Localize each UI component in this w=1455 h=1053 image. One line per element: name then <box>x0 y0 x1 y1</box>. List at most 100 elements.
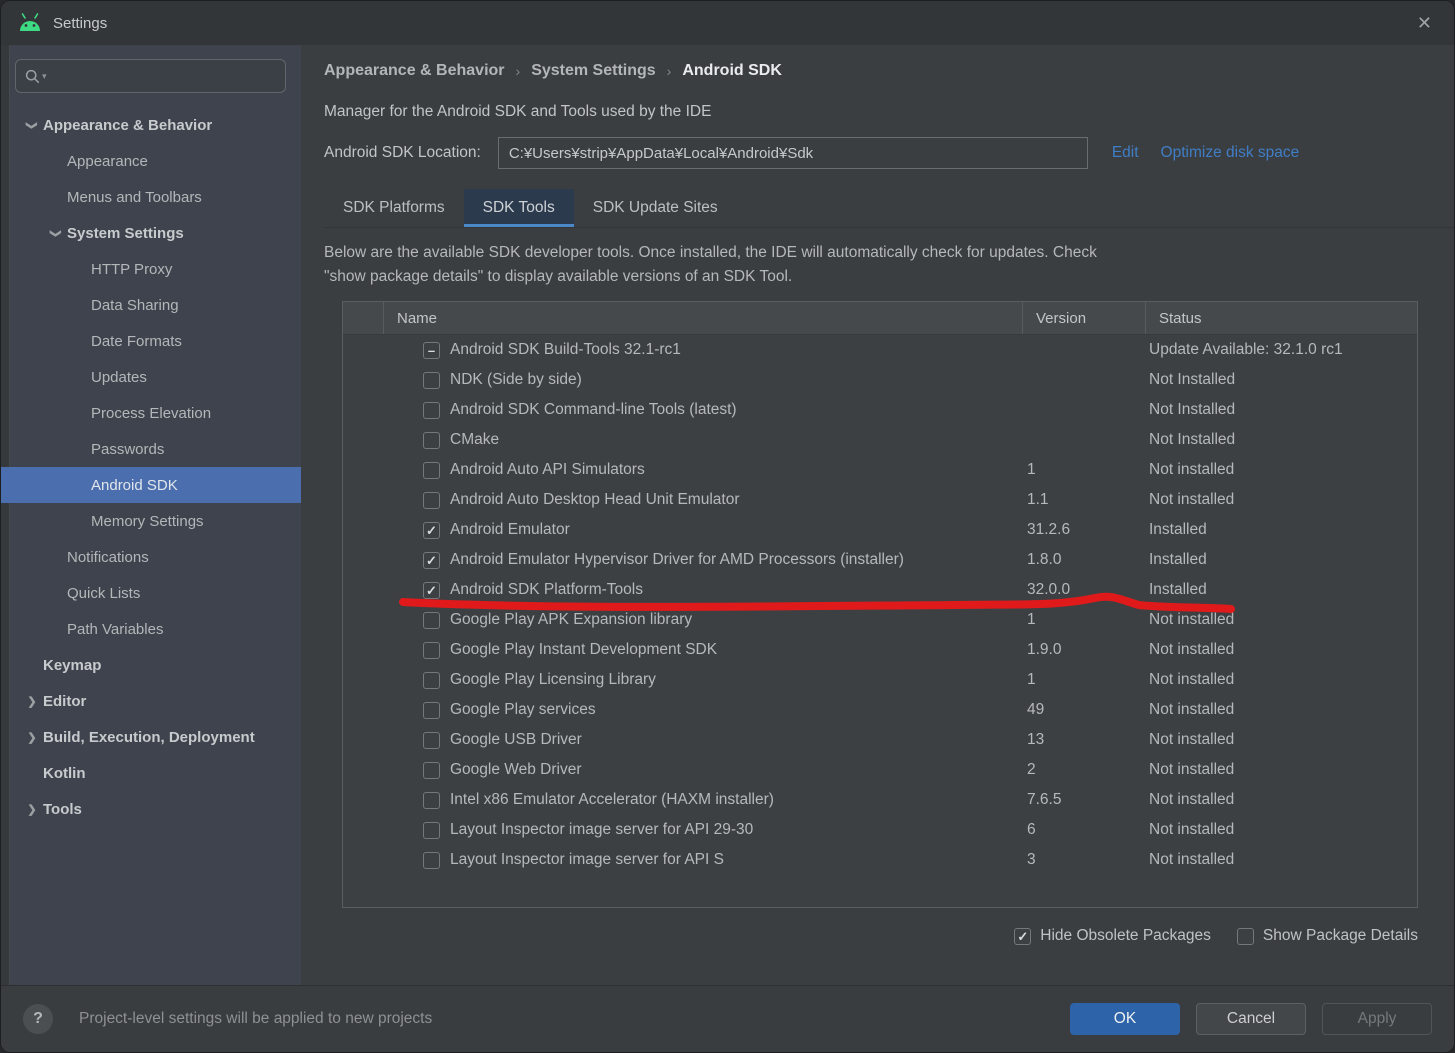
package-checkbox-unchecked[interactable] <box>423 852 440 869</box>
table-row-layout-inspector-image-server-for-api-29-30[interactable]: Layout Inspector image server for API 29… <box>343 815 1417 845</box>
package-status: Not Installed <box>1145 371 1417 389</box>
sidebar-item-keymap[interactable]: Keymap <box>1 647 301 683</box>
table-row-google-web-driver[interactable]: Google Web Driver2Not installed <box>343 755 1417 785</box>
sidebar-item-kotlin[interactable]: Kotlin <box>1 755 301 791</box>
breadcrumb-item-android-sdk[interactable]: Android SDK <box>682 62 782 80</box>
package-status: Not installed <box>1145 461 1417 479</box>
package-checkbox-unchecked[interactable] <box>423 492 440 509</box>
table-row-android-sdk-command-line-tools-latest[interactable]: Android SDK Command-line Tools (latest)N… <box>343 395 1417 425</box>
sidebar-item-android-sdk[interactable]: Android SDK <box>1 467 301 503</box>
sidebar-item-data-sharing[interactable]: Data Sharing <box>1 287 301 323</box>
package-name: Android Auto API Simulators <box>450 461 645 479</box>
sidebar-item-appearance-behavior[interactable]: ❯Appearance & Behavior <box>1 107 301 143</box>
chevron-right-icon[interactable]: ❯ <box>21 803 43 816</box>
chevron-right-icon[interactable]: ❯ <box>21 695 43 708</box>
package-checkbox-unchecked[interactable] <box>423 672 440 689</box>
show-details-label: Show Package Details <box>1263 927 1418 945</box>
sidebar-item-build-execution-deployment[interactable]: ❯Build, Execution, Deployment <box>1 719 301 755</box>
table-row-cmake[interactable]: CMakeNot Installed <box>343 425 1417 455</box>
sidebar-item-system-settings[interactable]: ❯System Settings <box>1 215 301 251</box>
package-checkbox-unchecked[interactable] <box>423 612 440 629</box>
show-details-option[interactable]: Show Package Details <box>1237 927 1418 945</box>
package-checkbox-unchecked[interactable] <box>423 702 440 719</box>
sidebar-item-quick-lists[interactable]: Quick Lists <box>1 575 301 611</box>
package-name: Android SDK Command-line Tools (latest) <box>450 401 737 419</box>
tab-sdk-update-sites[interactable]: SDK Update Sites <box>574 189 737 227</box>
package-checkbox-unchecked[interactable] <box>423 372 440 389</box>
breadcrumb-item-system-settings[interactable]: System Settings <box>531 62 655 80</box>
table-row-android-auto-desktop-head-unit-emulator[interactable]: Android Auto Desktop Head Unit Emulator1… <box>343 485 1417 515</box>
package-checkbox-unchecked[interactable] <box>423 822 440 839</box>
table-row-google-play-apk-expansion-library[interactable]: Google Play APK Expansion library1Not in… <box>343 605 1417 635</box>
table-row-google-play-instant-development-sdk[interactable]: Google Play Instant Development SDK 1.9.0… <box>343 635 1417 665</box>
package-version: 6 <box>1022 821 1145 839</box>
tab-sdk-tools[interactable]: SDK Tools <box>464 189 574 227</box>
package-checkbox-unchecked[interactable] <box>423 402 440 419</box>
package-checkbox-unchecked[interactable] <box>423 432 440 449</box>
search-input[interactable] <box>53 67 276 86</box>
package-status: Installed <box>1145 581 1417 599</box>
search-options-caret-icon[interactable]: ▾ <box>42 71 47 82</box>
package-name: Google Play Instant Development SDK <box>450 641 717 659</box>
sidebar-item-label: Passwords <box>91 441 164 458</box>
sidebar-item-tools[interactable]: ❯Tools <box>1 791 301 827</box>
package-checkbox-checked[interactable]: ✓ <box>423 582 440 599</box>
sidebar-item-memory-settings[interactable]: Memory Settings <box>1 503 301 539</box>
package-checkbox-unchecked[interactable] <box>423 792 440 809</box>
package-version: 1.9.0 <box>1022 641 1145 659</box>
package-name: Intel x86 Emulator Accelerator (HAXM ins… <box>450 791 774 809</box>
column-header-name[interactable]: Name <box>383 302 1022 334</box>
hide-obsolete-checkbox[interactable]: ✓ <box>1014 928 1031 945</box>
package-name: Google USB Driver <box>450 731 582 749</box>
optimize-disk-space-link[interactable]: Optimize disk space <box>1161 144 1300 162</box>
table-row-android-emulator-hypervisor-driver-for-amd-processors-installer[interactable]: ✓Android Emulator Hypervisor Driver for … <box>343 545 1417 575</box>
sidebar-item-passwords[interactable]: Passwords <box>1 431 301 467</box>
hide-obsolete-option[interactable]: ✓ Hide Obsolete Packages <box>1014 927 1211 945</box>
sidebar-item-process-elevation[interactable]: Process Elevation <box>1 395 301 431</box>
sdk-location-input[interactable]: C:¥Users¥strip¥AppData¥Local¥Android¥Sdk <box>498 137 1088 169</box>
table-row-intel-x86-emulator-accelerator-haxm-installer[interactable]: Intel x86 Emulator Accelerator (HAXM ins… <box>343 785 1417 815</box>
sidebar-item-menus-and-toolbars[interactable]: Menus and Toolbars <box>1 179 301 215</box>
package-checkbox-indeterminate[interactable]: – <box>423 342 440 359</box>
help-icon[interactable]: ? <box>23 1004 53 1034</box>
ok-button[interactable]: OK <box>1070 1003 1180 1035</box>
chevron-down-icon[interactable]: ❯ <box>26 114 39 136</box>
close-icon[interactable]: ✕ <box>1411 10 1438 36</box>
chevron-right-icon[interactable]: ❯ <box>21 731 43 744</box>
settings-tree: ❯Appearance & BehaviorAppearanceMenus an… <box>1 107 301 827</box>
breadcrumb-item-appearance-behavior[interactable]: Appearance & Behavior <box>324 62 505 80</box>
package-checkbox-unchecked[interactable] <box>423 642 440 659</box>
sidebar-item-http-proxy[interactable]: HTTP Proxy <box>1 251 301 287</box>
sidebar-item-path-variables[interactable]: Path Variables <box>1 611 301 647</box>
sidebar-item-notifications[interactable]: Notifications <box>1 539 301 575</box>
column-header-version[interactable]: Version <box>1022 302 1145 334</box>
package-checkbox-unchecked[interactable] <box>423 462 440 479</box>
settings-search-box[interactable]: ▾ <box>15 59 286 93</box>
cancel-button[interactable]: Cancel <box>1196 1003 1306 1035</box>
sidebar-item-updates[interactable]: Updates <box>1 359 301 395</box>
package-checkbox-checked[interactable]: ✓ <box>423 522 440 539</box>
table-row-layout-inspector-image-server-for-api-s[interactable]: Layout Inspector image server for API S3… <box>343 845 1417 875</box>
table-row-android-emulator[interactable]: ✓Android Emulator31.2.6Installed <box>343 515 1417 545</box>
table-row-android-auto-api-simulators[interactable]: Android Auto API Simulators1Not installe… <box>343 455 1417 485</box>
table-row-android-sdk-platform-tools[interactable]: ✓Android SDK Platform-Tools32.0.0Install… <box>343 575 1417 605</box>
show-details-checkbox[interactable] <box>1237 928 1254 945</box>
package-status: Not installed <box>1145 761 1417 779</box>
tab-sdk-platforms[interactable]: SDK Platforms <box>324 189 464 227</box>
table-row-android-sdk-build-tools-32-1-rc1[interactable]: –Android SDK Build-Tools 32.1-rc1Update … <box>343 335 1417 365</box>
edit-link[interactable]: Edit <box>1112 144 1139 162</box>
package-name: Google Play services <box>450 701 596 719</box>
chevron-down-icon[interactable]: ❯ <box>50 222 63 244</box>
package-checkbox-unchecked[interactable] <box>423 762 440 779</box>
table-row-google-usb-driver[interactable]: Google USB Driver13Not installed <box>343 725 1417 755</box>
column-header-status[interactable]: Status <box>1145 302 1417 334</box>
sidebar-item-appearance[interactable]: Appearance <box>1 143 301 179</box>
table-row-google-play-services[interactable]: Google Play services49Not installed <box>343 695 1417 725</box>
sidebar-item-editor[interactable]: ❯Editor <box>1 683 301 719</box>
package-checkbox-checked[interactable]: ✓ <box>423 552 440 569</box>
sidebar-item-date-formats[interactable]: Date Formats <box>1 323 301 359</box>
table-row-google-play-licensing-library[interactable]: Google Play Licensing Library1Not instal… <box>343 665 1417 695</box>
table-row-ndk-side-by-side[interactable]: NDK (Side by side)Not Installed <box>343 365 1417 395</box>
package-checkbox-unchecked[interactable] <box>423 732 440 749</box>
header-gutter <box>343 302 383 334</box>
